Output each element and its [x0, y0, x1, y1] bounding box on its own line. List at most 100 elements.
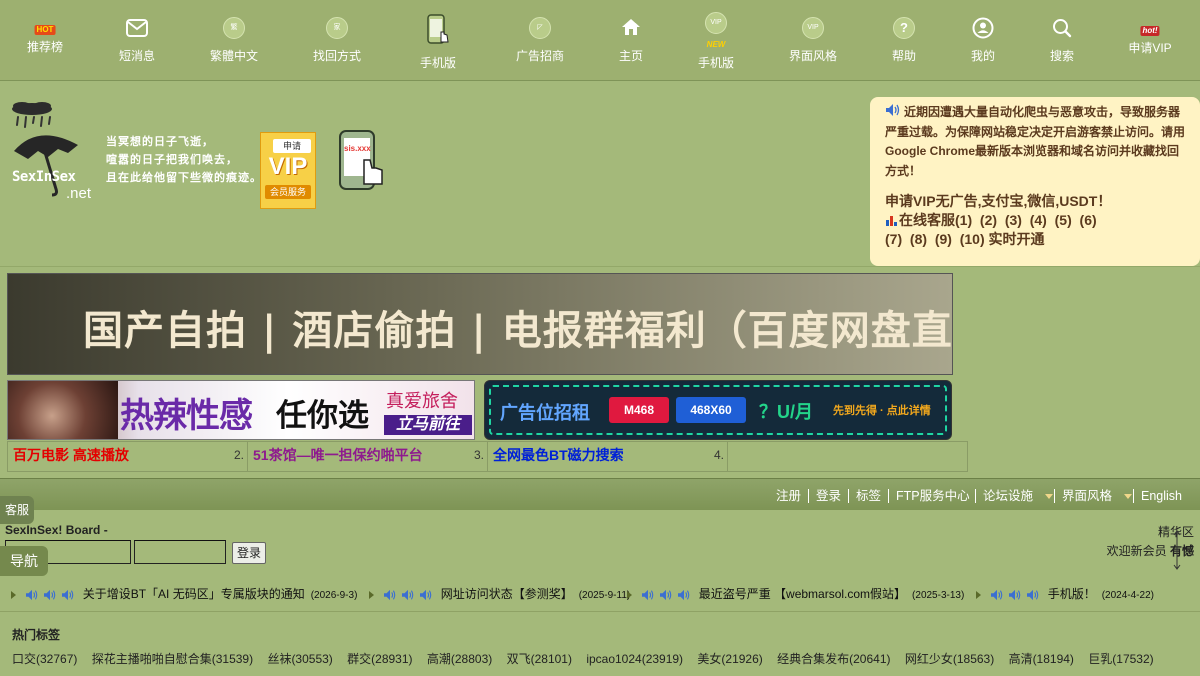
login-button[interactable]: 登录 — [232, 542, 266, 564]
announcement-item[interactable]: 关于增设BT「AI 无码区」专属版块的通知 (2026-9-3) — [11, 576, 357, 610]
traditional-chinese-icon: 繁 — [223, 17, 245, 39]
banner-left-mid: 任你选 — [276, 398, 369, 433]
scroll-arrow-icon — [1173, 530, 1181, 570]
site-logo[interactable]: SexInSex .net — [8, 101, 104, 205]
menu-divider — [1054, 489, 1055, 503]
nav-label: 繁體中文 — [209, 49, 258, 63]
menu-ftp[interactable]: FTP服务中心 — [896, 479, 970, 510]
nav-label: 主页 — [618, 49, 643, 63]
text-ad-3[interactable]: 全网最色BT磁力搜索 4. — [488, 442, 728, 471]
service-link-2[interactable]: (2) — [980, 212, 997, 228]
announcement-item[interactable]: 网址访问状态【参测奖】 (2025-9-11) — [369, 576, 630, 610]
home-icon — [622, 19, 640, 35]
service-link-3[interactable]: (3) — [1005, 212, 1022, 228]
bullet-icon — [627, 590, 632, 599]
welcome-prefix: 欢迎新会员 — [1106, 544, 1167, 558]
search-icon — [1053, 19, 1072, 38]
hot-tag[interactable]: 美女(21926) — [697, 652, 762, 666]
service-link-5[interactable]: (5) — [1055, 212, 1072, 228]
mobile-site-banner[interactable]: sis.xxx — [338, 130, 386, 192]
menu-login[interactable]: 登录 — [816, 479, 841, 510]
nav-item-vip-apply[interactable]: hot! 申请VIP — [1105, 0, 1195, 80]
nav-item-mine[interactable]: 我的 — [938, 0, 1028, 80]
nav-label: 帮助 — [891, 49, 916, 63]
speaker-icon — [420, 589, 432, 600]
nav-item-mobile[interactable]: 手机版 — [393, 0, 483, 80]
service-link-8[interactable]: (8) — [910, 231, 927, 247]
announcement-item[interactable]: 手机版！ (2024-4-22) — [976, 576, 1154, 610]
customer-service-tab[interactable]: 客服 — [0, 496, 34, 524]
poem-line: 喧嚣的日子把我们唤去， — [106, 153, 238, 166]
nav-item-recommend[interactable]: HOT 推荐榜 — [0, 0, 90, 80]
navigation-tab[interactable]: 导航 — [0, 546, 48, 576]
text-ad-label: 51茶馆—唯一担保约啪平台 — [253, 447, 423, 463]
nav-item-home[interactable]: 主页 — [586, 0, 676, 80]
hot-tag[interactable]: ipcao1024(23919) — [586, 652, 683, 666]
help-icon: ? — [893, 17, 915, 39]
vip-service-banner[interactable]: 申请 VIP 会员服务 — [260, 132, 316, 209]
announcement-text: 手机版！ — [1047, 587, 1096, 601]
service-link-6[interactable]: (6) — [1080, 212, 1097, 228]
text-ad-2[interactable]: 51茶馆—唯一担保约啪平台 3. — [248, 442, 488, 471]
banner-rent-title: 广告位招租 — [500, 403, 590, 423]
hot-tag[interactable]: 高潮(28803) — [427, 652, 492, 666]
hot-tag[interactable]: 探花主播啪啪自慰合集(31539) — [92, 652, 253, 666]
board-title: SexInSex! Board - — [5, 523, 108, 537]
phone-hand-icon — [339, 130, 383, 190]
hot-tag[interactable]: 网红少女(18563) — [905, 652, 994, 666]
hot-tag[interactable]: 巨乳(17532) — [1088, 652, 1153, 666]
nav-item-retrieve[interactable]: 家 找回方式 — [292, 0, 382, 80]
service-link-1[interactable]: (1) — [955, 212, 972, 228]
menu-forum-tools[interactable]: 论坛设施 — [983, 479, 1054, 510]
menu-register[interactable]: 注册 — [776, 479, 801, 510]
banner-left-tag2[interactable]: 立马前往 — [384, 415, 472, 435]
nav-label: 找回方式 — [312, 49, 361, 63]
announcement-item[interactable]: 最近盗号严重 【webmarsol.com假站】 (2025-3-13) — [627, 576, 964, 610]
hot-tag[interactable]: 群交(28931) — [347, 652, 412, 666]
nav-item-ads[interactable]: ◸ 广告招商 — [495, 0, 585, 80]
menu-english[interactable]: English — [1141, 479, 1182, 510]
banner-ad-left[interactable]: 热辣性感 任你选 真爱旅舍 立马前往 — [7, 380, 475, 440]
hot-tag[interactable]: 经典合集发布(20641) — [777, 652, 890, 666]
nav-item-messages[interactable]: 短消息 — [92, 0, 182, 80]
banner-ad-rent[interactable]: 广告位招租 M468 468X60 ？U/月 先到先得 · 点此详情 — [484, 380, 952, 440]
bullet-icon — [11, 590, 16, 599]
hot-tag[interactable]: 双飞(28101) — [507, 652, 572, 666]
service-link-9[interactable]: (9) — [935, 231, 952, 247]
hot-tag[interactable]: 丝袜(30553) — [267, 652, 332, 666]
service-link-7[interactable]: (7) — [885, 231, 902, 247]
banner-rent-cta[interactable]: 先到先得 · 点此详情 — [833, 402, 931, 418]
speaker-icon — [384, 589, 396, 600]
banner-ad-main[interactable]: 国产自拍 | 酒店偷拍 | 电报群福利（百度网盘直下） — [7, 273, 953, 375]
service-link-10[interactable]: (10) — [960, 231, 985, 247]
menu-divider — [888, 489, 889, 503]
speaker-icon — [1009, 589, 1021, 600]
notice-box: 近期因遭遇大量自动化爬虫与恶意攻击，导致服务器严重过载。为保障网站稳定决定开启游… — [870, 97, 1200, 266]
speaker-icon — [886, 104, 900, 116]
service-link-4[interactable]: (4) — [1030, 212, 1047, 228]
banner-left-big: 热辣性感 — [120, 396, 253, 436]
text-ad-4[interactable] — [728, 442, 967, 471]
menu-style[interactable]: 界面风格 — [1062, 479, 1133, 510]
announcement-text: 网址访问状态【参测奖】 — [440, 587, 573, 601]
nav-item-style[interactable]: VIP 界面风格 — [768, 0, 858, 80]
password-field[interactable] — [134, 540, 226, 564]
text-ad-1[interactable]: 百万电影 高速播放 2. — [8, 442, 248, 471]
announcement-date: (2024-4-22) — [1101, 590, 1154, 601]
hot-tag[interactable]: 口交(32767) — [12, 652, 77, 666]
nav-item-traditional[interactable]: 繁 繁體中文 — [189, 0, 279, 80]
menu-tags[interactable]: 标签 — [856, 479, 881, 510]
chevron-down-icon — [1045, 494, 1054, 500]
speaker-icon — [642, 589, 654, 600]
nav-item-mobile-new[interactable]: VIP NEW 手机版 — [671, 0, 761, 80]
speaker-icon — [402, 589, 414, 600]
nav-label: 我的 — [970, 49, 995, 63]
banner-rent-btn1[interactable]: M468 — [609, 397, 669, 423]
nav-item-help[interactable]: ? 帮助 — [859, 0, 949, 80]
nav-item-search[interactable]: 搜索 — [1017, 0, 1107, 80]
announcement-date: (2025-9-11) — [578, 590, 631, 601]
banner-left-tag1: 真爱旅舍 — [386, 391, 458, 411]
menu-divider — [808, 489, 809, 503]
hot-tag[interactable]: 高清(18194) — [1009, 652, 1074, 666]
banner-rent-btn2[interactable]: 468X60 — [676, 397, 746, 423]
